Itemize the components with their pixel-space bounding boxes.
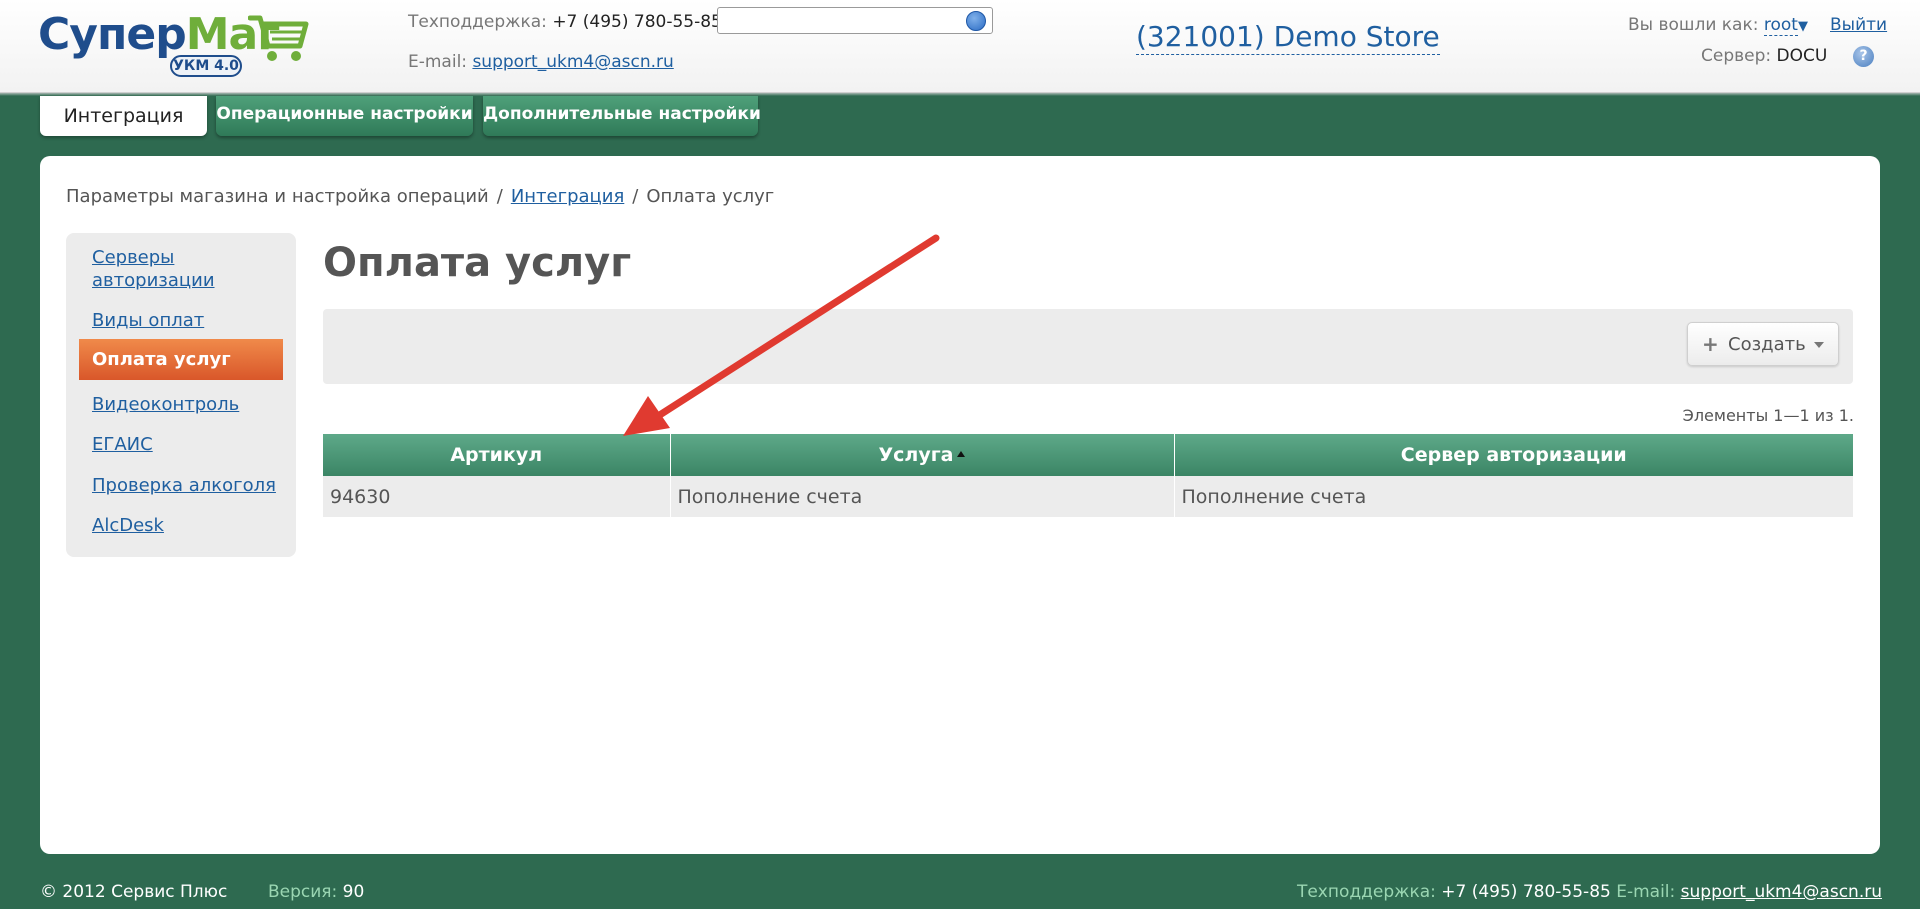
login-label: Вы вошли как: bbox=[1628, 15, 1759, 35]
caret-down-icon bbox=[1814, 342, 1824, 348]
table-header-row: Артикул Услуга Сервер авторизации bbox=[323, 434, 1853, 476]
server-value: DOCU bbox=[1776, 46, 1828, 66]
breadcrumb-link-integration[interactable]: Интеграция bbox=[511, 186, 624, 207]
help-icon[interactable]: ? bbox=[1853, 46, 1874, 67]
logout-link[interactable]: Выйти bbox=[1830, 15, 1887, 35]
footer-version: Версия: 90 bbox=[268, 882, 364, 902]
header-support: Техподдержка: +7 (495) 780-55-85 bbox=[408, 12, 722, 32]
email-label: E-mail: bbox=[408, 52, 468, 72]
footer-email-label: E-mail: bbox=[1616, 882, 1676, 902]
version-value: 90 bbox=[342, 882, 365, 902]
logo-badge: УКМ 4.0 bbox=[170, 55, 242, 77]
footer-support-phone: +7 (495) 780-55-85 bbox=[1441, 882, 1611, 902]
sidebar-item-alcdesk[interactable]: AlcDesk bbox=[79, 514, 283, 537]
header: СуперМаг УКМ 4.0 Техподдержка: +7 (495) … bbox=[0, 0, 1920, 96]
create-button[interactable]: + Создать bbox=[1687, 322, 1839, 366]
cell-article: 94630 bbox=[323, 476, 671, 517]
toolbar: + Создать bbox=[323, 309, 1853, 384]
sidebar-item-auth-servers[interactable]: Серверы авторизации bbox=[79, 246, 283, 292]
sidebar-item-payment-types[interactable]: Виды оплат bbox=[79, 309, 283, 332]
caret-down-icon[interactable]: ▼ bbox=[1798, 19, 1808, 34]
sidebar-item-egais[interactable]: ЕГАИС bbox=[79, 433, 283, 456]
breadcrumb: Параметры магазина и настройка операций /… bbox=[66, 186, 774, 207]
breadcrumb-separator: / bbox=[632, 186, 639, 207]
sidebar-item-service-payment[interactable]: Оплата услуг bbox=[79, 339, 283, 380]
sidebar-item-video-control[interactable]: Видеоконтроль bbox=[79, 393, 283, 416]
breadcrumb-root: Параметры магазина и настройка операций bbox=[66, 186, 489, 207]
search-box bbox=[717, 7, 993, 34]
column-header-auth-server[interactable]: Сервер авторизации bbox=[1174, 434, 1853, 476]
main-panel: Параметры магазина и настройка операций /… bbox=[40, 156, 1880, 854]
support-phone: +7 (495) 780-55-85 bbox=[552, 12, 722, 32]
logo[interactable]: СуперМаг УКМ 4.0 bbox=[38, 8, 318, 82]
sidebar: Серверы авторизации Виды оплат Оплата ус… bbox=[66, 233, 296, 557]
header-email: E-mail: support_ukm4@ascn.ru bbox=[408, 52, 674, 72]
cart-icon bbox=[248, 15, 309, 61]
user-menu[interactable]: root bbox=[1763, 15, 1798, 36]
column-header-label: Артикул bbox=[450, 444, 543, 466]
login-info: Вы вошли как: root▼ bbox=[1628, 15, 1808, 36]
page-title: Оплата услуг bbox=[323, 240, 632, 286]
services-table: Артикул Услуга Сервер авторизации 94630 … bbox=[323, 434, 1853, 517]
sort-up-icon bbox=[957, 451, 966, 457]
store-selector[interactable]: (321001) Demo Store bbox=[1136, 20, 1440, 55]
sidebar-item-alcohol-check[interactable]: Проверка алкоголя bbox=[79, 474, 283, 497]
create-button-label: Создать bbox=[1728, 334, 1806, 355]
tab-additional-settings[interactable]: Дополнительные настройки bbox=[483, 96, 761, 136]
footer-email-link[interactable]: support_ukm4@ascn.ru bbox=[1681, 882, 1882, 902]
column-header-label: Сервер авторизации bbox=[1400, 444, 1627, 466]
cell-auth-server: Пополнение счета bbox=[1174, 476, 1853, 517]
logo-text: СуперМаг bbox=[38, 8, 280, 62]
server-label: Сервер: bbox=[1701, 46, 1772, 66]
table-row[interactable]: 94630 Пополнение счета Пополнение счета bbox=[323, 476, 1853, 517]
plus-icon: + bbox=[1702, 332, 1719, 356]
search-input[interactable] bbox=[722, 10, 957, 31]
pagination-count: Элементы 1—1 из 1. bbox=[1682, 406, 1854, 425]
column-header-label: Услуга bbox=[878, 444, 954, 466]
column-header-article[interactable]: Артикул bbox=[323, 434, 671, 476]
version-label: Версия: bbox=[268, 882, 338, 902]
tab-integration[interactable]: Интеграция bbox=[40, 96, 207, 136]
footer-support: Техподдержка: +7 (495) 780-55-85 E-mail:… bbox=[1297, 882, 1882, 902]
column-header-service[interactable]: Услуга bbox=[670, 434, 1175, 476]
breadcrumb-separator: / bbox=[496, 186, 503, 207]
server-info: Сервер: DOCU bbox=[1701, 46, 1827, 66]
support-label: Техподдержка: bbox=[408, 12, 547, 32]
logo-part1: Супер bbox=[38, 9, 187, 60]
email-link[interactable]: support_ukm4@ascn.ru bbox=[472, 52, 673, 72]
footer-copyright: © 2012 Сервис Плюс bbox=[40, 882, 228, 902]
search-icon[interactable] bbox=[966, 11, 986, 31]
breadcrumb-current: Оплата услуг bbox=[646, 186, 775, 207]
cell-service: Пополнение счета bbox=[670, 476, 1175, 517]
footer-support-label: Техподдержка: bbox=[1296, 882, 1436, 902]
tab-operational-settings[interactable]: Операционные настройки bbox=[216, 96, 473, 136]
